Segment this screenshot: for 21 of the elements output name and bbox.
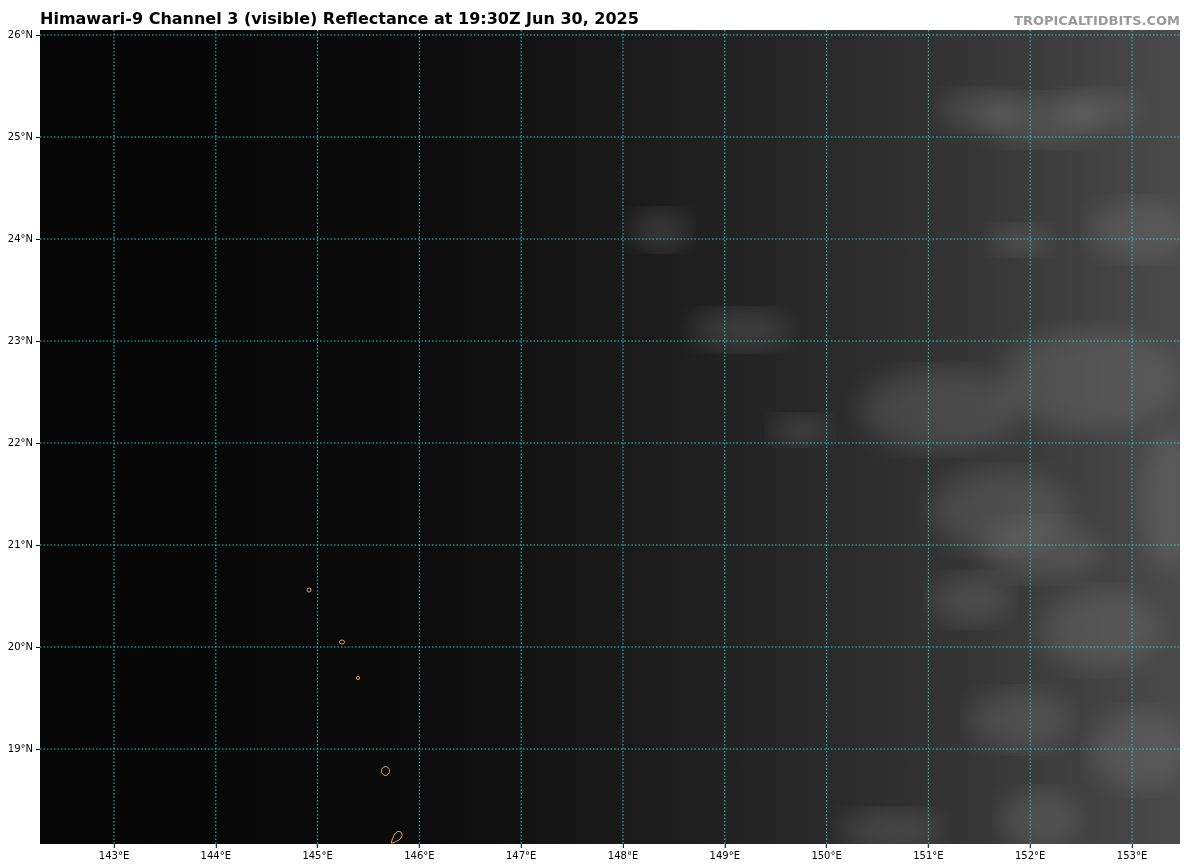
- longitude-label: 150°E: [811, 844, 842, 861]
- latitude-label: 24°N: [7, 234, 40, 244]
- latitude-label: 21°N: [7, 540, 40, 550]
- longitude-label: 146°E: [404, 844, 435, 861]
- longitude-label: 152°E: [1015, 844, 1046, 861]
- latitude-label: 26°N: [7, 30, 40, 40]
- longitude-label: 149°E: [709, 844, 740, 861]
- longitude-label: 151°E: [913, 844, 944, 861]
- site-label: TROPICALTIDBITS.COM: [1014, 14, 1180, 27]
- longitude-label: 153°E: [1116, 844, 1148, 861]
- longitude-label: 147°E: [506, 844, 537, 861]
- longitude-label: 143°E: [98, 844, 130, 861]
- latitude-label: 23°N: [7, 336, 40, 346]
- longitude-label: 148°E: [607, 844, 639, 861]
- latitude-label: 20°N: [7, 642, 40, 652]
- chart-title: Himawari-9 Channel 3 (visible) Reflectance at 19:30Z Jun 30, 2025: [40, 11, 639, 27]
- latitude-label: 22°N: [7, 438, 40, 448]
- latitude-label: 19°N: [7, 744, 40, 754]
- longitude-label: 145°E: [302, 844, 333, 861]
- longitude-label: 144°E: [200, 844, 231, 861]
- latitude-label: 25°N: [7, 132, 40, 142]
